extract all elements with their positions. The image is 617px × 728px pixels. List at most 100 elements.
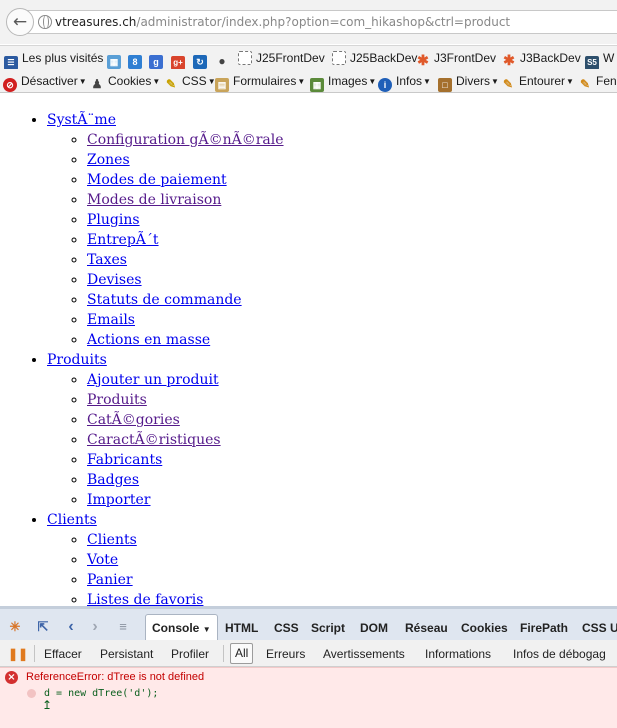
toolbar-window[interactable]: ✎ Fen [578,73,617,91]
menu-link-cart[interactable]: Panier [87,572,133,588]
tab-dom[interactable]: DOM [360,619,388,637]
bookmark-google-plus[interactable]: g+ [171,50,189,69]
dotted-box-icon [332,51,346,65]
bookmark-most-visited[interactable]: ☰ Les plus visités [4,50,103,69]
disable-icon: ⊘ [3,78,17,92]
menu-link-plugins[interactable]: Plugins [87,212,140,228]
tab-cookies[interactable]: Cookies [461,619,508,637]
toolbar-misc[interactable]: □ Divers▼ [438,73,499,92]
menu-link-payment-methods[interactable]: Modes de paiement [87,172,227,188]
chevron-right-icon[interactable]: › [86,618,104,636]
menu-link-warehouse[interactable]: EntrepÃ´t [87,232,159,248]
bookmark-google[interactable]: g [149,50,167,69]
tab-css-usage[interactable]: CSS Us [582,619,617,637]
console-toolbar: ❚❚ Effacer Persistant Profiler All Erreu… [0,640,617,667]
menu-link-emails[interactable]: Emails [87,312,135,328]
list-item: Vote [87,550,284,570]
google-plus-icon: g+ [171,56,185,69]
list-item: CatÃ©gories [87,410,284,430]
filter-debug[interactable]: Infos de débogag [513,645,606,663]
menu-link-products-section[interactable]: Produits [47,352,107,368]
list-item: Modes de paiement [87,170,284,190]
firebug-icon[interactable]: ✳ [6,618,24,636]
url-field[interactable]: vtreasures.ch/administrator/index.php?op… [26,10,617,34]
chevron-down-icon: ▼ [368,77,377,86]
filter-errors[interactable]: Erreurs [266,645,305,663]
list-item: CaractÃ©ristiques [87,430,284,450]
menu-link-mass-actions[interactable]: Actions en masse [87,332,210,348]
filter-all[interactable]: All [230,643,254,664]
toolbar-css[interactable]: ✎ CSS▼ [164,73,216,91]
toolbar-disable[interactable]: ⊘ Désactiver▼ [3,73,87,92]
tab-firepath[interactable]: FirePath [520,619,568,637]
toolbar-info[interactable]: i Infos▼ [378,73,431,92]
toolbar-images[interactable]: ▦ Images▼ [310,73,377,92]
clear-button[interactable]: Effacer [44,645,82,663]
command-line-icon[interactable]: ≡ [114,618,132,636]
back-button[interactable]: ← [6,8,34,36]
persist-button[interactable]: Persistant [100,645,153,663]
chevron-left-icon[interactable]: ‹ [62,618,80,636]
menu-link-wishlists[interactable]: Listes de favoris [87,592,203,606]
menu-link-customers-section[interactable]: Clients [47,512,97,528]
pencil-icon: ✎ [579,77,591,91]
list-item: Fabricants [87,450,284,470]
apple-icon: ● [218,54,226,68]
toolbar-forms[interactable]: ▤ Formulaires▼ [215,73,305,92]
bookmark-j3frontdev[interactable]: ✱ J3FrontDev [416,50,496,67]
dotted-box-icon [238,51,252,65]
list-item: Emails [87,310,284,330]
menu-link-shipping-methods[interactable]: Modes de livraison [87,192,221,208]
menu-link-currencies[interactable]: Devises [87,272,142,288]
menu-link-zones[interactable]: Zones [87,152,130,168]
chevron-down-icon: ▼ [202,625,211,634]
list-item: Zones [87,150,284,170]
menu-link-manufacturers[interactable]: Fabricants [87,452,162,468]
menu-link-characteristics[interactable]: CaractÃ©ristiques [87,432,221,448]
navigation-bar: vtreasures.ch/administrator/index.php?op… [0,0,617,44]
toolbar-outline[interactable]: ✎ Entourer▼ [501,73,574,91]
filter-info[interactable]: Informations [425,645,491,663]
bookmark-j25backdev[interactable]: J25BackDev [332,50,417,66]
url-host: vtreasures.ch [55,15,137,29]
error-source-code: d = new dTree('d'); [44,688,159,699]
error-icon: × [5,671,18,684]
break-on-error-icon[interactable]: ❚❚ [8,645,28,663]
list-item: Statuts de commande [87,290,284,310]
menu-link-add-product[interactable]: Ajouter un produit [87,372,219,388]
bookmark-j3backdev[interactable]: ✱ J3BackDev [502,50,581,67]
console-output: × ReferenceError: dTree is not defined d… [0,667,617,728]
menu-link-products[interactable]: Produits [87,392,147,408]
menu-link-order-statuses[interactable]: Statuts de commande [87,292,242,308]
bookmark-apple[interactable]: ● [215,50,233,68]
tab-html[interactable]: HTML [225,619,258,637]
breakpoint-icon[interactable] [27,689,36,698]
bookmark-w[interactable]: S5 W [585,50,614,69]
toolbar-cookies[interactable]: ♟ Cookies▼ [90,73,161,91]
bookmark-grid[interactable]: ▦ [107,50,125,69]
menu-link-categories[interactable]: CatÃ©gories [87,412,180,428]
firebug-tab-bar: ✳ ⇱ ‹ › ≡ Console ▼ HTML CSS Script DOM … [0,606,617,640]
menu-link-general-config[interactable]: Configuration gÃ©nÃ©rale [87,132,284,148]
profiler-button[interactable]: Profiler [171,645,209,663]
menu-link-taxes[interactable]: Taxes [87,252,127,268]
tab-network[interactable]: Réseau [405,619,448,637]
tab-script[interactable]: Script [311,619,345,637]
filter-warnings[interactable]: Avertissements [323,645,405,663]
bookmark-eight[interactable]: 8 [128,50,146,69]
menu-link-system[interactable]: SystÃ¨me [47,112,116,128]
bookmark-refresh[interactable]: ↻ [193,50,211,69]
menu-link-vote[interactable]: Vote [87,552,118,568]
list-item: Badges [87,470,284,490]
tab-css[interactable]: CSS [274,619,299,637]
menu-link-badges[interactable]: Badges [87,472,139,488]
info-icon: i [378,78,392,92]
list-item: Actions en masse [87,330,284,350]
tab-console[interactable]: Console ▼ [145,614,218,640]
arrow-up-icon: ↥ [42,698,53,712]
menu-link-customers[interactable]: Clients [87,532,137,548]
bookmark-j25frontdev[interactable]: J25FrontDev [238,50,325,66]
inspect-icon[interactable]: ⇱ [34,618,52,636]
menu-link-import[interactable]: Importer [87,492,151,508]
error-message[interactable]: ReferenceError: dTree is not defined [26,670,204,685]
